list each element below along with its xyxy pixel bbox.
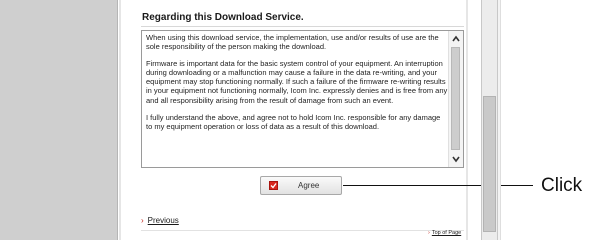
top-of-page-link[interactable]: › Top of Page (428, 230, 461, 236)
terms-text: When using this download service, the im… (146, 33, 448, 139)
callout-line (343, 185, 533, 186)
checkbox-icon (269, 181, 278, 190)
agree-button[interactable]: Agree (260, 176, 342, 195)
terms-scroll-thumb[interactable] (451, 47, 460, 150)
previous-label: Previous (147, 216, 179, 225)
content-left-border (119, 0, 121, 240)
previous-link[interactable]: › Previous (141, 216, 179, 225)
window-edge (498, 0, 501, 240)
agree-label: Agree (298, 181, 320, 190)
content-right-border (466, 0, 468, 240)
footer-divider (141, 230, 464, 231)
window-scrollbar[interactable] (481, 0, 498, 240)
chevron-right-icon: › (428, 230, 430, 236)
callout-label: Click (541, 175, 583, 196)
chevron-right-icon: › (141, 216, 144, 225)
top-of-page-label: Top of Page (431, 230, 462, 236)
terms-paragraph-3: I fully understand the above, and agree … (146, 112, 441, 131)
window-scroll-thumb[interactable] (483, 96, 496, 232)
title-divider (141, 26, 464, 27)
terms-textbox[interactable]: When using this download service, the im… (141, 30, 464, 168)
chevron-down-icon[interactable] (451, 154, 461, 164)
terms-paragraph-1: When using this download service, the im… (146, 33, 439, 52)
section-title: Regarding this Download Service. (142, 12, 304, 23)
left-sidebar-background (0, 0, 118, 240)
chevron-up-icon[interactable] (451, 34, 461, 44)
terms-scrollbar[interactable] (448, 31, 463, 167)
terms-paragraph-2: Firmware is important data for the basic… (146, 59, 448, 105)
